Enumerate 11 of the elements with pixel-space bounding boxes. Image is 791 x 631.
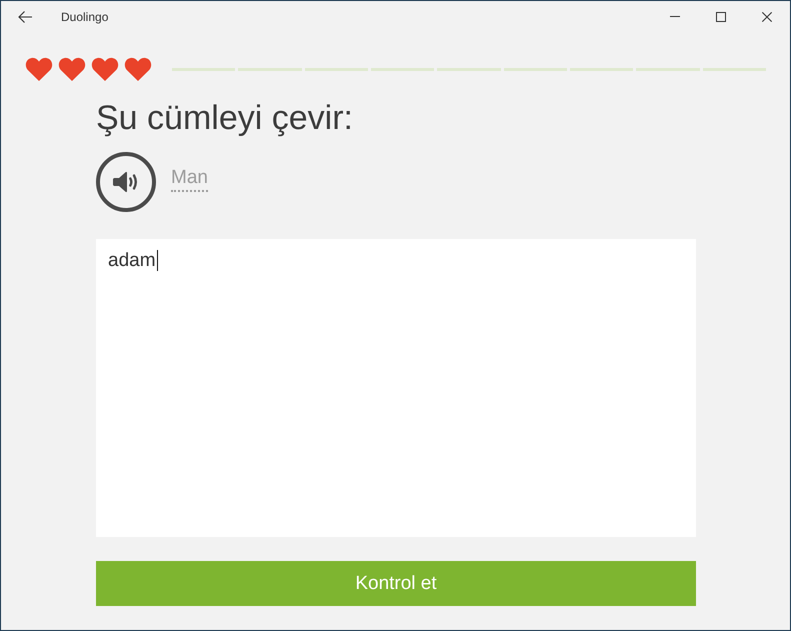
minimize-icon xyxy=(670,16,680,17)
back-arrow-icon xyxy=(18,10,32,22)
close-icon xyxy=(762,12,772,22)
maximize-icon xyxy=(716,12,726,22)
speaker-icon xyxy=(113,171,139,193)
instruction-heading: Şu cümleyi çevir: xyxy=(96,98,354,138)
answer-field[interactable]: adam xyxy=(96,239,696,537)
window-title: Duolingo xyxy=(61,10,110,24)
hint-word[interactable]: Man xyxy=(171,167,208,192)
check-button[interactable]: Kontrol et xyxy=(96,561,696,606)
speaker-button[interactable] xyxy=(96,152,156,212)
